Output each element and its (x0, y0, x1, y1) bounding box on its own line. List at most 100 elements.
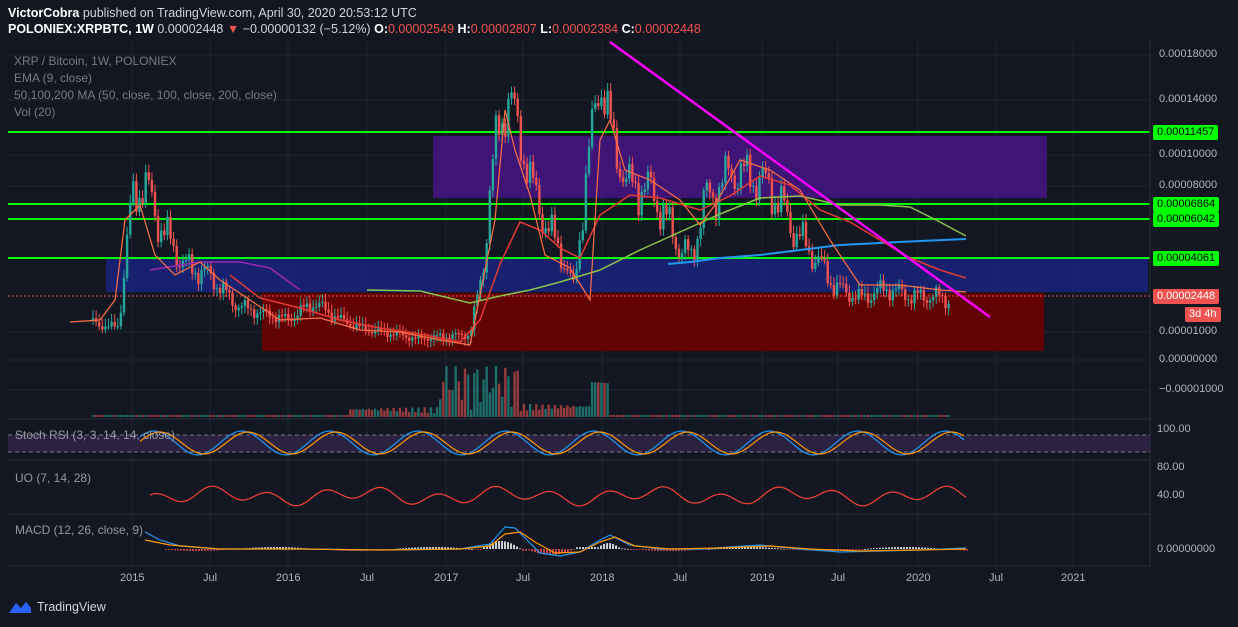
volume-bar (544, 409, 547, 417)
volume-bar (125, 415, 129, 417)
time-axis-label: 2016 (276, 572, 301, 584)
candle-body (814, 262, 817, 269)
volume-bar (411, 407, 414, 417)
volume-bar (355, 409, 358, 417)
candle-body (110, 321, 113, 327)
candle-body (194, 273, 197, 275)
volume-bar (324, 415, 327, 417)
volume-bar (274, 415, 278, 417)
candle-body (801, 222, 805, 237)
candle-body (318, 302, 321, 307)
volume-bar (259, 415, 262, 417)
ema-label[interactable]: EMA (9, close) (14, 70, 277, 87)
candle-body (494, 115, 498, 159)
volume-bar (463, 368, 467, 417)
macd-hist-bar (789, 549, 791, 550)
volume-bar (339, 415, 343, 417)
price-axis[interactable]: 0.00018000 0.00014000 0.00010000 0.00008000… (1152, 0, 1238, 566)
volume-bar (398, 407, 402, 417)
volume-bar (832, 415, 836, 417)
macd-hist-bar (189, 549, 191, 551)
candle-body (166, 217, 169, 235)
macd-hist-bar (771, 547, 773, 549)
volume-bar (107, 415, 110, 417)
macd-hist-bar (861, 549, 863, 550)
volume-bar (392, 407, 395, 417)
candle-body (907, 299, 910, 301)
candle-body (556, 237, 560, 244)
candle-body (200, 270, 203, 285)
volume-bar (104, 415, 107, 417)
macd-hist-bar (408, 547, 410, 549)
candle-body (770, 178, 774, 215)
candle-body (687, 239, 690, 250)
time-axis[interactable]: 2015 Jul 2016 Jul 2017 Jul 2018 Jul 2019 Jul 2020 J… (0, 570, 1150, 586)
volume-bar (876, 415, 879, 417)
macd-hist-bar (897, 547, 899, 549)
volume-bar (665, 415, 668, 417)
candle-body (504, 123, 507, 137)
volume-bar (169, 415, 172, 417)
candle-body (315, 306, 318, 308)
volume-bar (559, 405, 563, 417)
volume-bar (615, 415, 619, 417)
macd-hist-bar (636, 549, 638, 550)
volume-bar (575, 407, 578, 417)
candle-body (435, 335, 439, 337)
volume-bar (944, 415, 947, 417)
current-price-tag: 0.00002448 (1153, 289, 1220, 304)
time-axis-label: Jul (672, 572, 688, 584)
volume-bar (606, 383, 609, 417)
candle-body (122, 277, 126, 313)
candle-body (510, 92, 513, 99)
volume-bar (404, 407, 408, 417)
volume-bar (349, 409, 352, 417)
candle-body (259, 312, 262, 314)
macd-hist-bar (753, 547, 755, 549)
candle-body (119, 312, 123, 327)
volume-bar (448, 389, 451, 417)
volume-bar (426, 412, 429, 417)
volume-bar (941, 415, 944, 417)
candle-body (175, 245, 178, 267)
stoch-rsi-label[interactable]: Stoch RSI (3, 3, 14, 14, close) (15, 428, 175, 442)
volume-bar (466, 374, 470, 417)
volume-bar (631, 415, 634, 417)
macd-label[interactable]: MACD (12, 26, close, 9) (15, 523, 143, 537)
volume-bar (386, 408, 389, 417)
macd-hist-bar (642, 549, 644, 551)
countdown-tag: 3d 4h (1185, 307, 1221, 322)
ma-label[interactable]: 50,100,200 MA (50, close, 100, close, 20… (14, 87, 277, 104)
candle-body (392, 334, 395, 336)
candle-body (163, 230, 166, 235)
volume-bar (470, 409, 473, 417)
candle-body (711, 192, 715, 198)
volume-bar (708, 415, 712, 417)
chart-title[interactable]: XRP / Bitcoin, 1W, POLONIEX (14, 53, 277, 70)
blue-zone[interactable] (106, 258, 1148, 292)
macd-hist-bar (474, 549, 476, 550)
footer-brand[interactable]: TradingView (37, 600, 106, 614)
volume-bar (761, 415, 764, 417)
candle-body (773, 202, 777, 215)
macd-hist-bar (900, 547, 902, 549)
volume-bar (770, 415, 774, 417)
volume-bar (916, 415, 919, 417)
vol-label[interactable]: Vol (20) (14, 104, 277, 121)
candle-body (125, 234, 129, 278)
volume-bar (485, 366, 488, 417)
candle-body (931, 296, 935, 301)
macd-hist-bar (645, 549, 647, 551)
volume-bar (178, 415, 181, 417)
volume-bar (122, 415, 126, 417)
candle-body (541, 213, 544, 233)
volume-bar (346, 415, 349, 417)
volume-bar (94, 415, 98, 417)
macd-hist-bar (426, 547, 428, 549)
uo-label[interactable]: UO (7, 14, 28) (15, 471, 91, 485)
macd-hist-bar (909, 547, 911, 549)
macd-hist-bar (576, 547, 578, 549)
tradingview-logo-icon[interactable] (8, 600, 32, 614)
macd-hist-bar (639, 549, 641, 550)
volume-bar (656, 415, 659, 417)
